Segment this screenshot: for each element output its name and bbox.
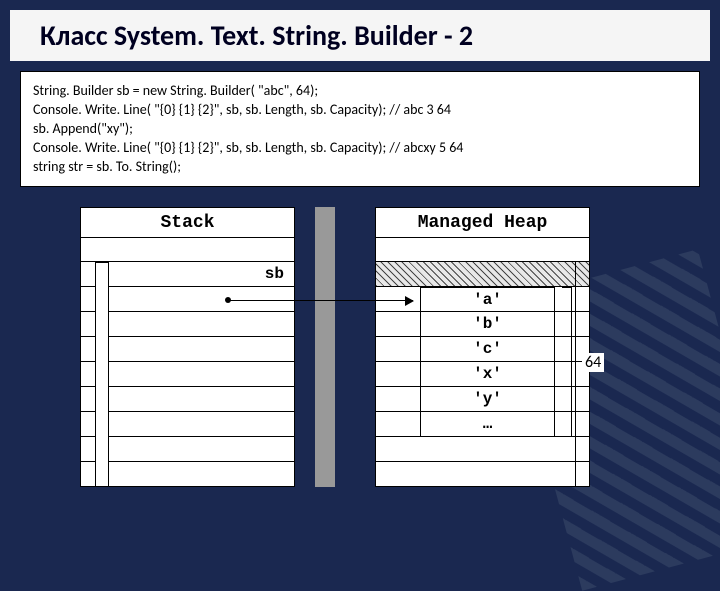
heap-inner-border: [575, 262, 576, 487]
stack-column: Stack sb: [80, 207, 295, 487]
stack-cell: [80, 387, 295, 412]
stack-cell: [80, 412, 295, 437]
code-line: Console. Write. Line( "{0} {1} {2}", sb,…: [33, 139, 687, 158]
code-line: string str = sb. To. String();: [33, 158, 687, 177]
stack-cell: [80, 437, 295, 462]
memory-diagram: Stack sb Managed Heap: [80, 207, 640, 497]
heap-object-header: [375, 262, 590, 287]
slide: Класс System. Text. String. Builder - 2 …: [0, 0, 720, 540]
stack-cell: [80, 337, 295, 362]
stack-header: Stack: [80, 207, 295, 237]
stack-cell: [80, 462, 295, 487]
page-title: Класс System. Text. String. Builder - 2: [10, 10, 710, 61]
heap-char-cell: 'a': [420, 287, 555, 312]
divider: [315, 207, 335, 487]
sb-label: sb: [265, 262, 284, 286]
heap-char-cell: 'b': [420, 312, 555, 337]
code-line: String. Builder sb = new String. Builder…: [33, 82, 687, 101]
capacity-bracket: [562, 287, 572, 437]
code-block: String. Builder sb = new String. Builder…: [20, 71, 700, 187]
heap-cell: [375, 237, 590, 262]
heap-cell: [375, 437, 590, 462]
heap-buffer: 'a' 'b' 'c' 'x' 'y' …: [420, 287, 555, 437]
heap-char-cell: 'y': [420, 387, 555, 412]
stack-cell: [80, 237, 295, 262]
code-line: Console. Write. Line( "{0} {1} {2}", sb,…: [33, 101, 687, 120]
capacity-label: 64: [582, 353, 604, 372]
stack-cell: [80, 312, 295, 337]
heap-cell: [375, 462, 590, 487]
heap-char-cell: 'x': [420, 362, 555, 387]
heap-char-cell: …: [420, 412, 555, 437]
code-line: sb. Append("xy");: [33, 120, 687, 139]
heap-char-cell: 'c': [420, 337, 555, 362]
heap-header: Managed Heap: [375, 207, 590, 237]
stack-mini-column: [95, 262, 109, 487]
pointer-arrow: [228, 300, 413, 301]
stack-sb-cell: sb: [80, 262, 295, 287]
stack-cell: [80, 362, 295, 387]
